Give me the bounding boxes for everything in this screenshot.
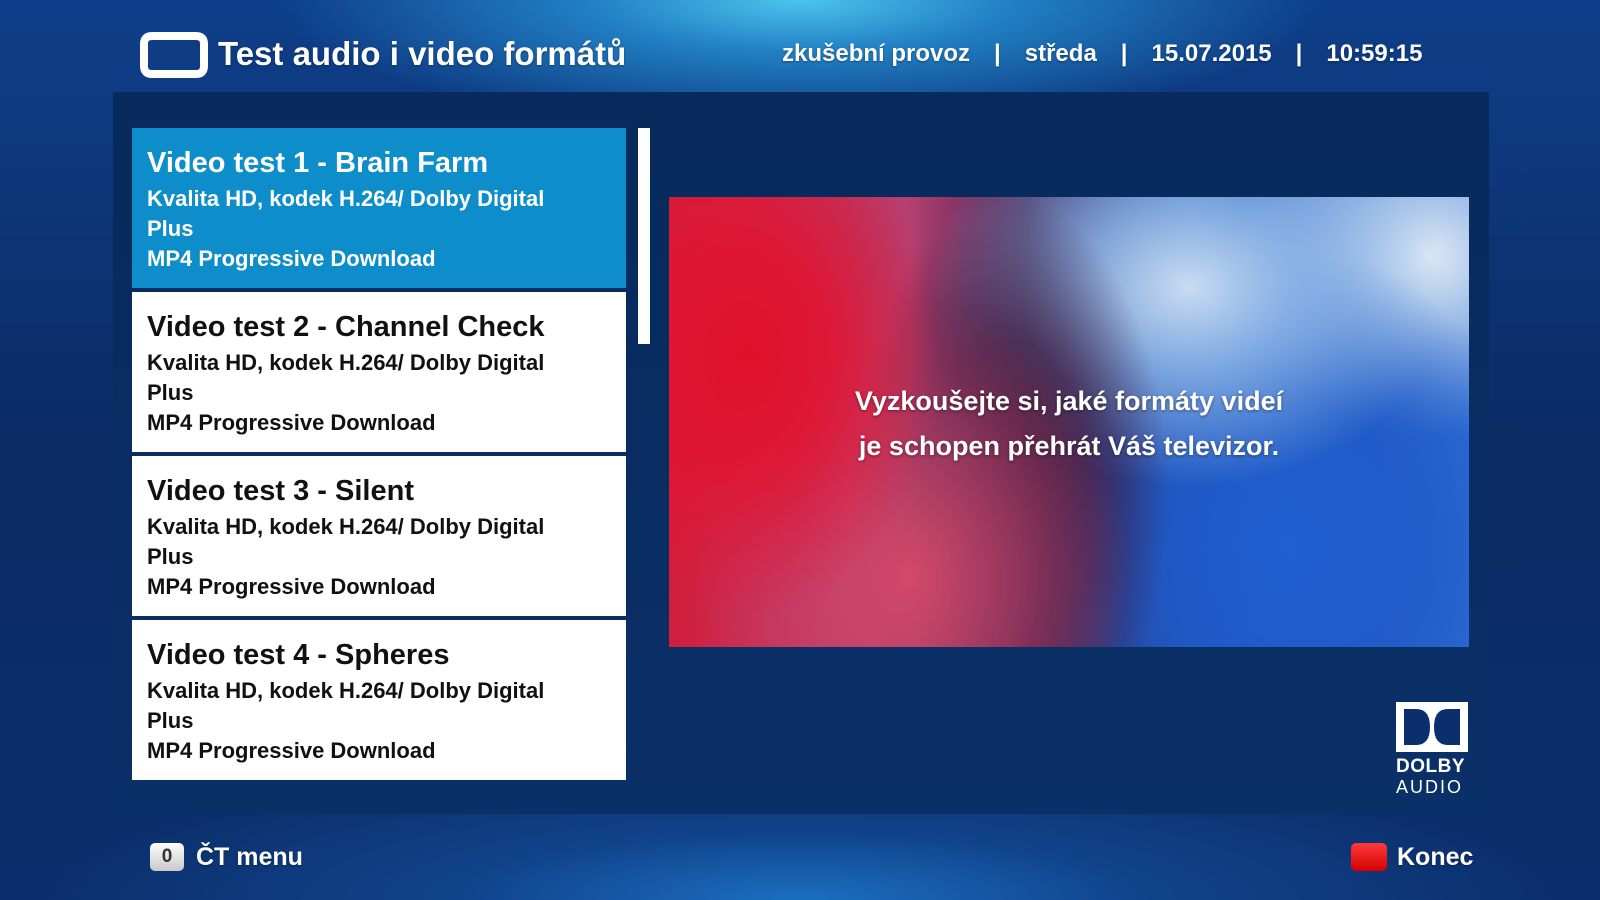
preview-caption-line: Vyzkoušejte si, jaké formáty videí: [854, 386, 1284, 416]
video-title: Video test 3 - Silent: [147, 475, 414, 507]
video-title: Video test 2 - Channel Check: [147, 311, 545, 343]
video-quality: Kvalita HD, kodek H.264/ Dolby Digital P…: [147, 186, 545, 241]
status-separator: |: [1120, 40, 1128, 67]
video-delivery: MP4 Progressive Download: [147, 738, 436, 763]
video-quality: Kvalita HD, kodek H.264/ Dolby Digital P…: [147, 350, 545, 405]
video-delivery: MP4 Progressive Download: [147, 410, 436, 435]
header-bar: Test audio i video formátů zkušební prov…: [0, 0, 1600, 92]
exit-label: Konec: [1397, 843, 1474, 871]
video-item-4[interactable]: Video test 4 - Spheres Kvalita HD, kodek…: [132, 620, 626, 780]
video-quality: Kvalita HD, kodek H.264/ Dolby Digital P…: [147, 514, 545, 569]
video-item-3[interactable]: Video test 3 - Silent Kvalita HD, kodek …: [132, 456, 626, 616]
status-separator: |: [1295, 40, 1303, 67]
video-item-1[interactable]: Video test 1 - Brain Farm Kvalita HD, ko…: [132, 128, 626, 288]
video-title: Video test 1 - Brain Farm: [147, 147, 489, 179]
dolby-sub: AUDIO: [1396, 777, 1464, 797]
status-bar: zkušební provoz | středa | 15.07.2015 | …: [782, 38, 1422, 70]
ct-logo-icon: [140, 32, 208, 78]
zero-key-icon: 0: [150, 843, 184, 871]
dolby-name: DOLBY: [1396, 756, 1465, 777]
video-title: Video test 4 - Spheres: [147, 639, 450, 671]
red-button-icon: [1351, 843, 1387, 871]
video-item-2[interactable]: Video test 2 - Channel Check Kvalita HD,…: [132, 292, 626, 452]
list-scrollbar[interactable]: [638, 128, 650, 344]
video-list: Video test 1 - Brain Farm Kvalita HD, ko…: [132, 128, 626, 784]
app-title: Test audio i video formátů: [218, 35, 627, 72]
status-text: zkušební provoz: [782, 40, 971, 67]
weekday-text: středa: [1024, 40, 1097, 67]
date-text: 15.07.2015: [1151, 40, 1272, 67]
dolby-audio-icon: [1396, 702, 1468, 752]
video-quality: Kvalita HD, kodek H.264/ Dolby Digital P…: [147, 678, 545, 733]
video-delivery: MP4 Progressive Download: [147, 246, 436, 271]
status-separator: |: [994, 40, 1001, 67]
ct-menu-button[interactable]: 0 ČT menu: [150, 842, 303, 872]
ct-menu-label: ČT menu: [196, 843, 303, 871]
preview-caption-line: je schopen přehrát Váš televizor.: [858, 431, 1280, 461]
video-delivery: MP4 Progressive Download: [147, 574, 436, 599]
dolby-audio-logo: DOLBY AUDIO: [1396, 702, 1470, 797]
preview-caption: Vyzkoušejte si, jaké formáty videí je sc…: [669, 379, 1469, 469]
preview-image: Vyzkoušejte si, jaké formáty videí je sc…: [669, 197, 1469, 647]
clock-text: 10:59:15: [1326, 40, 1423, 67]
exit-button[interactable]: Konec: [1351, 842, 1473, 872]
